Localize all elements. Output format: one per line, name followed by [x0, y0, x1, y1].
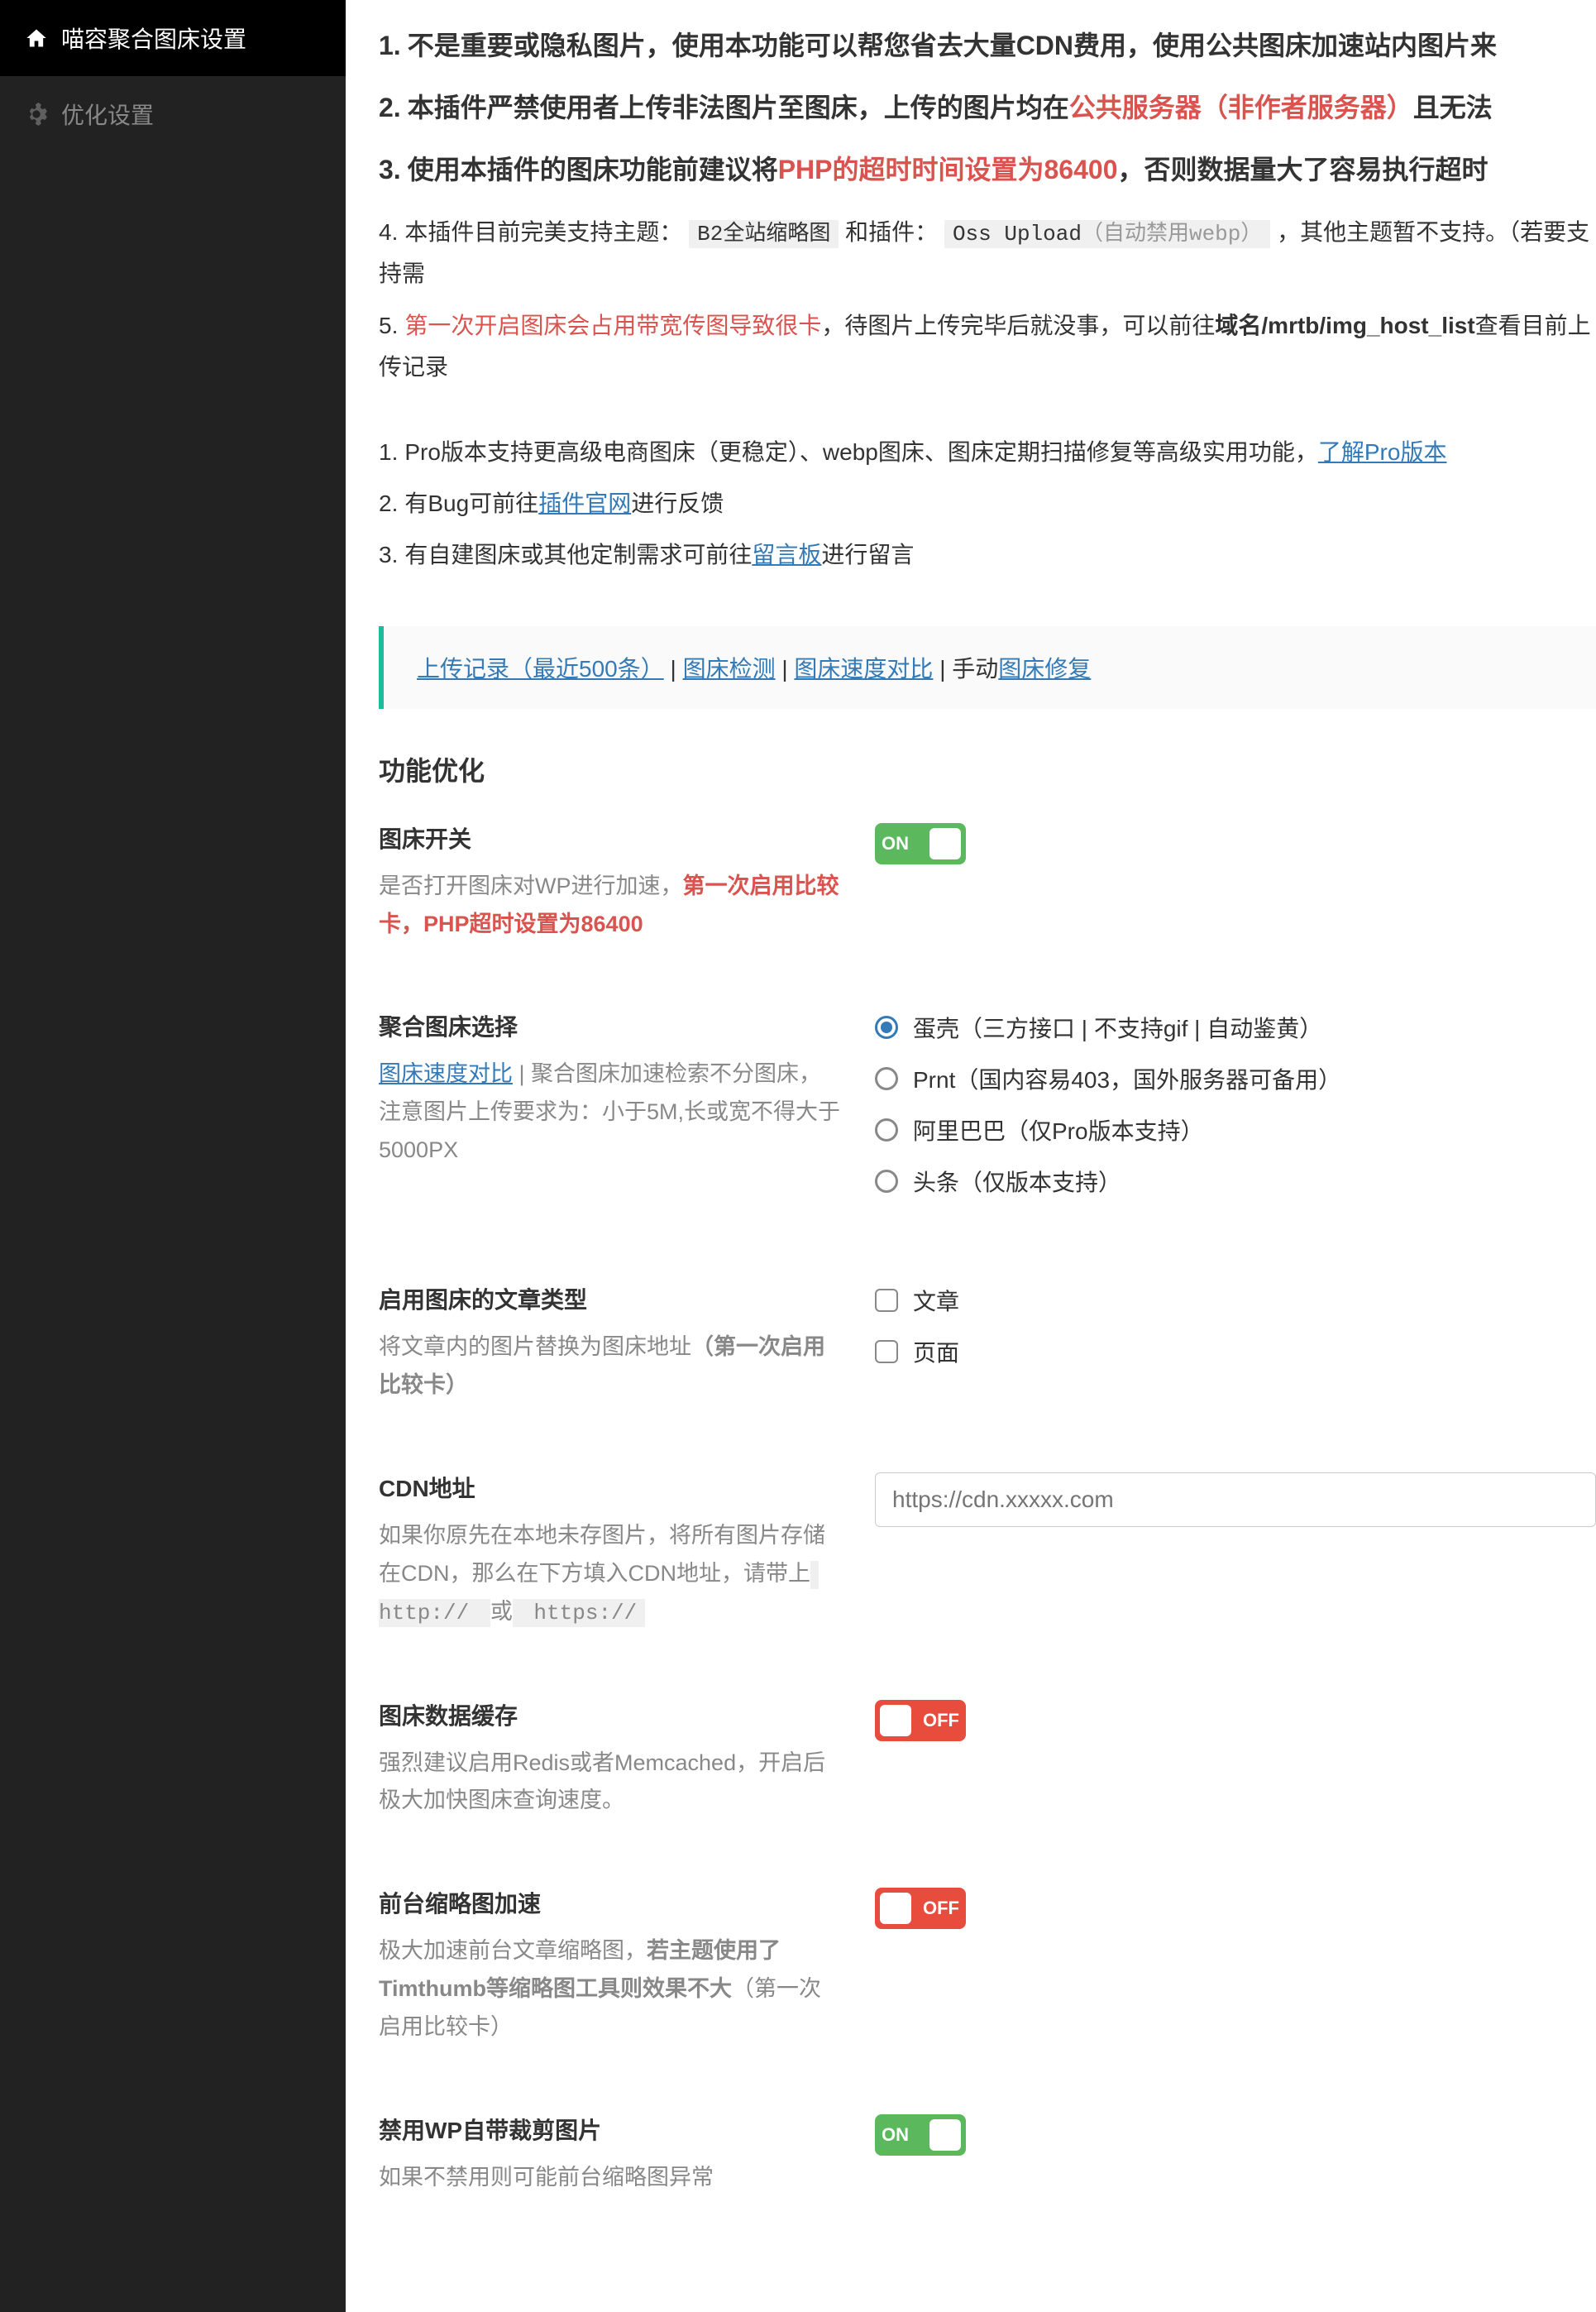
link-check[interactable]: 图床检测 — [683, 656, 776, 682]
main-content: 1.不是重要或隐私图片，使用本功能可以帮您省去大量CDN费用，使用公共图床加速站… — [346, 0, 1596, 2312]
link-upload-log[interactable]: 上传记录（最近500条） — [417, 656, 664, 682]
home-icon — [25, 26, 48, 50]
radio-alibaba[interactable]: 阿里巴巴（仅Pro版本支持） — [875, 1113, 1596, 1146]
notice-box: 上传记录（最近500条） | 图床检测 | 图床速度对比 | 手动图床修复 — [379, 626, 1596, 709]
notice-2: 2.本插件严禁使用者上传非法图片至图床，上传的图片均在公共服务器（非作者服务器）… — [379, 87, 1596, 129]
desc-switch: 是否打开图床对WP进行加速，第一次启用比较卡，PHP超时设置为86400 — [379, 868, 842, 944]
checkbox-post[interactable]: 文章 — [875, 1284, 1596, 1317]
sidebar-item-optimize[interactable]: 优化设置 — [0, 76, 346, 152]
desc-posttype: 将文章内的图片替换为图床地址（第一次启用比较卡） — [379, 1328, 842, 1405]
label-cache: 图床数据缓存 — [379, 1698, 842, 1731]
desc-crop: 如果不禁用则可能前台缩略图异常 — [379, 2159, 842, 2197]
desc-select: 图床速度对比 | 聚合图床加速检索不分图床，注意图片上传要求为：小于5M,长或宽… — [379, 1055, 842, 1170]
extra-2: 2.有Bug可前往插件官网进行反馈 — [379, 483, 1596, 524]
toggle-thumb[interactable]: OFF — [875, 1888, 966, 1929]
toggle-imghost[interactable]: ON — [875, 823, 966, 864]
desc-thumb: 极大加速前台文章缩略图，若主题使用了Timthumb等缩略图工具则效果不大（第一… — [379, 1932, 842, 2046]
extra-1: 1.Pro版本支持更高级电商图床（更稳定）、webp图床、图床定期扫描修复等高级… — [379, 432, 1596, 473]
sidebar-label: 优化设置 — [61, 98, 154, 131]
notice-5: 5.第一次开启图床会占用带宽传图导致很卡，待图片上传完毕后就没事，可以前往域名/… — [379, 305, 1596, 389]
label-cdn: CDN地址 — [379, 1471, 842, 1504]
notice-3: 3.使用本插件的图床功能前建议将PHP的超时时间设置为86400，否则数据量大了… — [379, 149, 1596, 191]
link-repair[interactable]: 图床修复 — [998, 656, 1091, 682]
checkbox-page[interactable]: 页面 — [875, 1335, 1596, 1368]
link-speed-test[interactable]: 图床速度对比 — [379, 1061, 513, 1086]
notice-1: 1.不是重要或隐私图片，使用本功能可以帮您省去大量CDN费用，使用公共图床加速站… — [379, 25, 1596, 67]
label-thumb: 前台缩略图加速 — [379, 1886, 842, 1919]
gear-icon — [25, 103, 48, 126]
link-speed-compare[interactable]: 图床速度对比 — [794, 656, 933, 682]
toggle-cache[interactable]: OFF — [875, 1700, 966, 1741]
notice-4: 4.本插件目前完美支持主题： B2全站缩略图 和插件： Oss Upload（自… — [379, 212, 1596, 295]
link-pro[interactable]: 了解Pro版本 — [1318, 439, 1447, 465]
radio-danke[interactable]: 蛋壳（三方接口 | 不支持gif | 自动鉴黄） — [875, 1011, 1596, 1044]
sidebar-label: 喵容聚合图床设置 — [61, 22, 246, 55]
extra-3: 3.有自建图床或其他定制需求可前往留言板进行留言 — [379, 534, 1596, 576]
label-crop: 禁用WP自带裁剪图片 — [379, 2113, 842, 2146]
sidebar-item-imghost[interactable]: 喵容聚合图床设置 — [0, 0, 346, 76]
label-posttype: 启用图床的文章类型 — [379, 1282, 842, 1315]
input-cdn-url[interactable] — [875, 1472, 1596, 1527]
section-title: 功能优化 — [379, 750, 1596, 788]
radio-prnt[interactable]: Prnt（国内容易403，国外服务器可备用） — [875, 1062, 1596, 1095]
desc-cache: 强烈建议启用Redis或者Memcached，开启后极大加快图床查询速度。 — [379, 1745, 842, 1821]
link-plugin-site[interactable]: 插件官网 — [538, 491, 631, 516]
desc-cdn: 如果你原先在本地未存图片，将所有图片存储在CDN，那么在下方填入CDN地址，请带… — [379, 1517, 842, 1631]
radio-toutiao[interactable]: 头条（仅版本支持） — [875, 1165, 1596, 1198]
label-select: 聚合图床选择 — [379, 1009, 842, 1042]
sidebar: 喵容聚合图床设置 优化设置 — [0, 0, 346, 2312]
toggle-crop[interactable]: ON — [875, 2114, 966, 2156]
link-guestbook[interactable]: 留言板 — [752, 542, 821, 567]
label-switch: 图床开关 — [379, 821, 842, 854]
